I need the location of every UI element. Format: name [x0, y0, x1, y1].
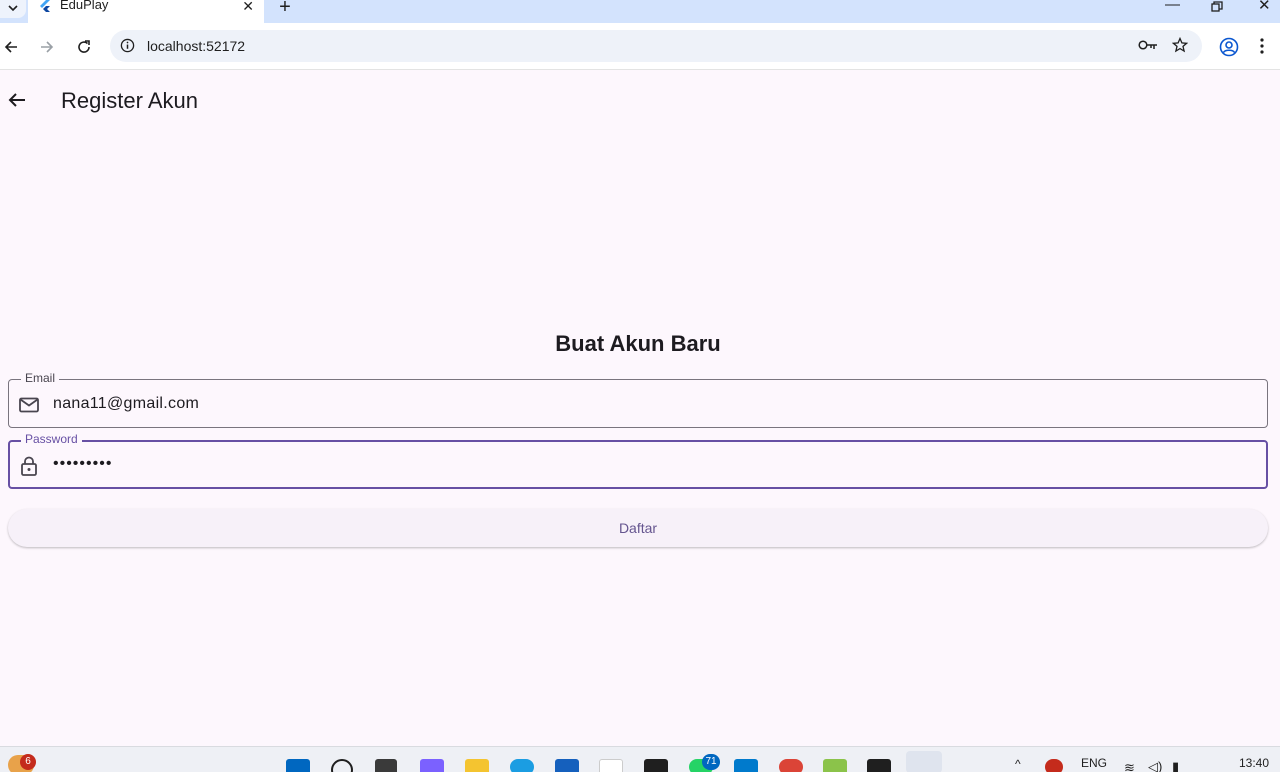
store-icon[interactable]: [555, 759, 579, 772]
browser-tab-strip: EduPlay ✕ + — ✕: [0, 0, 1280, 23]
new-tab-button[interactable]: +: [276, 0, 294, 19]
window-close-icon[interactable]: ✕: [1258, 0, 1271, 14]
photos-icon[interactable]: [823, 759, 847, 772]
terminal-icon[interactable]: [867, 759, 891, 772]
browser-toolbar: localhost:52172: [0, 23, 1280, 70]
file-explorer-icon[interactable]: [465, 759, 489, 772]
password-key-icon[interactable]: [1138, 38, 1158, 52]
wifi-icon[interactable]: ≋: [1124, 760, 1135, 772]
tray-app-icon[interactable]: [1045, 759, 1063, 772]
email-field[interactable]: Email nana11@gmail.com: [8, 371, 1268, 428]
search-icon[interactable]: [331, 759, 353, 772]
password-label: Password: [21, 432, 82, 446]
flutter-icon: [40, 0, 50, 12]
minimize-icon[interactable]: —: [1165, 0, 1180, 13]
clock-time[interactable]: 13:40: [1239, 756, 1269, 770]
vscode-icon[interactable]: [734, 759, 758, 772]
edge-icon[interactable]: [510, 759, 534, 772]
start-icon[interactable]: [286, 759, 310, 772]
app-bar: Register Akun: [0, 71, 1280, 129]
lock-icon: [21, 456, 37, 476]
register-button[interactable]: Daftar: [8, 509, 1268, 547]
copilot-icon[interactable]: [420, 759, 444, 772]
tab-title: EduPlay: [60, 0, 109, 12]
url-text: localhost:52172: [147, 38, 246, 54]
dropbox-icon[interactable]: [644, 759, 668, 772]
task-view-icon[interactable]: [375, 759, 397, 772]
reload-icon[interactable]: [74, 37, 94, 57]
tab-search-button[interactable]: [0, 0, 26, 18]
whatsapp-badge: 71: [702, 754, 720, 770]
bookmark-star-icon[interactable]: [1172, 37, 1188, 53]
email-label: Email: [21, 371, 60, 385]
page-title: Register Akun: [61, 88, 198, 113]
browser-tab-eduplay[interactable]: EduPlay ✕: [28, 0, 264, 23]
battery-icon[interactable]: ▮: [1172, 759, 1179, 772]
os-taskbar: 6 71 ^ ENG ≋ ◁) ▮ 13:40: [0, 746, 1280, 772]
email-value: nana11@gmail.com: [53, 395, 200, 412]
notification-badge: 6: [20, 754, 36, 770]
forward-icon[interactable]: [37, 37, 57, 57]
chevron-down-icon: [8, 5, 18, 12]
volume-icon[interactable]: ◁): [1148, 759, 1162, 772]
language-indicator[interactable]: ENG: [1081, 756, 1107, 770]
chrome-active-icon[interactable]: [906, 751, 942, 772]
restore-icon[interactable]: [1211, 0, 1223, 17]
back-arrow-icon[interactable]: [6, 89, 28, 111]
profile-avatar-icon[interactable]: [1219, 37, 1239, 57]
address-bar[interactable]: localhost:52172: [110, 30, 1202, 62]
form-heading: Buat Akun Baru: [555, 331, 721, 356]
chrome-profile-icon[interactable]: [779, 759, 803, 772]
tray-chevron-icon[interactable]: ^: [1015, 757, 1021, 771]
site-info-icon[interactable]: [120, 38, 135, 53]
password-value: •••••••••: [53, 455, 113, 472]
tab-close-icon[interactable]: ✕: [242, 0, 254, 15]
more-menu-icon[interactable]: [1259, 36, 1265, 56]
back-icon[interactable]: [1, 37, 21, 57]
mail-icon: [19, 397, 39, 413]
password-field[interactable]: Password •••••••••: [8, 432, 1268, 489]
amazon-icon[interactable]: [599, 759, 623, 772]
